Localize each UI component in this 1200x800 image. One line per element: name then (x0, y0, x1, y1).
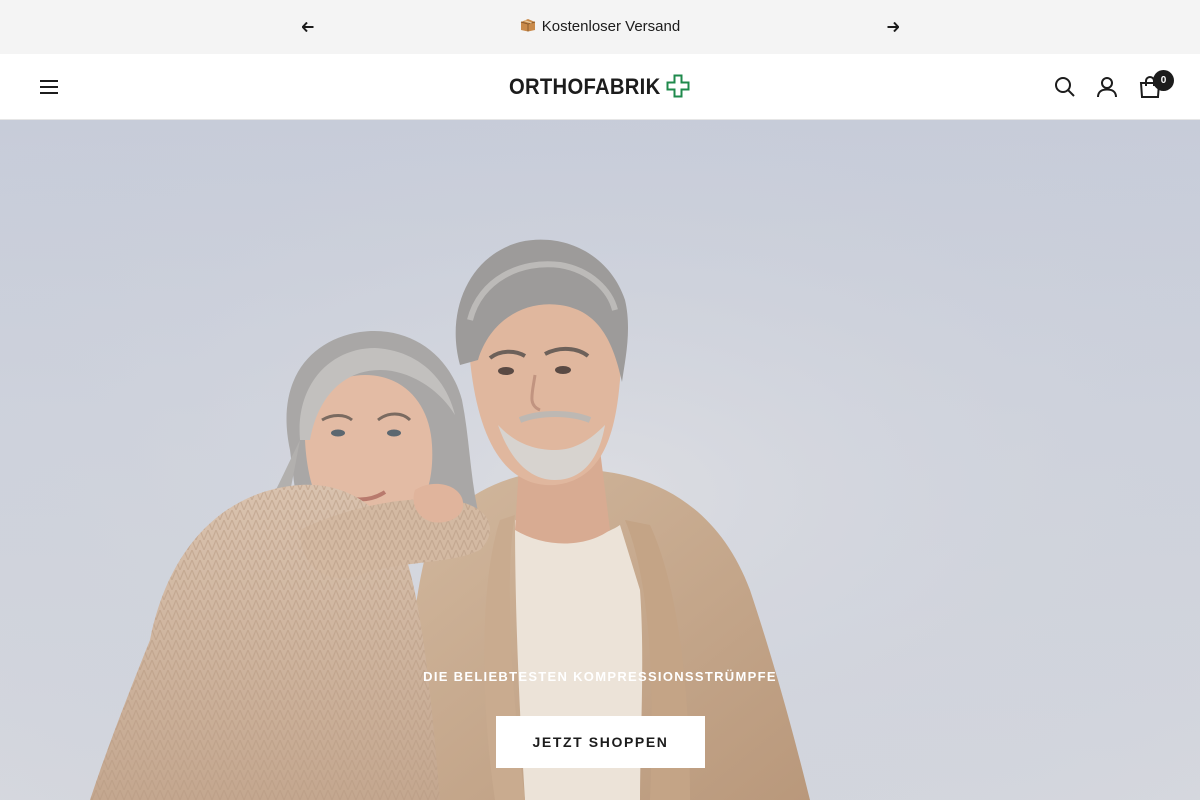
medical-cross-icon (666, 74, 690, 98)
hamburger-menu-icon[interactable] (40, 80, 58, 94)
announcement-text: Kostenloser Versand (541, 18, 681, 35)
hero-subtitle: DIE BELIEBTESTEN KOMPRESSIONSSTRÜMPFE (423, 669, 777, 684)
shop-now-button[interactable]: JETZT SHOPPEN (496, 716, 705, 768)
announcement-bar: Kostenloser Versand (0, 0, 1200, 54)
user-icon[interactable] (1096, 76, 1118, 98)
logo-text: ORTHOFABRIK (509, 74, 661, 99)
search-icon[interactable] (1054, 76, 1076, 98)
logo[interactable]: ORTHOFABRIK (509, 74, 690, 100)
package-icon (520, 19, 535, 32)
cart-count-badge: 0 (1153, 70, 1174, 91)
hero-banner[interactable]: DIE BELIEBTESTEN KOMPRESSIONSSTRÜMPFE JE… (0, 120, 1200, 800)
site-header: ORTHOFABRIK 0 (0, 54, 1200, 120)
hero-photo (0, 120, 1200, 800)
announcement-text-wrap: Kostenloser Versand (0, 17, 1200, 37)
arrow-right-icon[interactable] (883, 17, 903, 37)
